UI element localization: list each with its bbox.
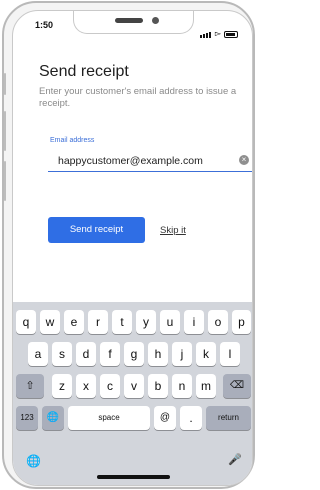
key-i[interactable]: i — [184, 310, 204, 334]
speaker — [115, 18, 143, 23]
key-m[interactable]: m — [196, 374, 216, 398]
skip-link[interactable]: Skip it — [160, 225, 186, 236]
page-subtitle: Enter your customer's email address to i… — [39, 86, 237, 109]
system-icons: ▻ — [199, 20, 238, 38]
globe-key-icon[interactable]: 🌐 — [42, 406, 64, 430]
email-label: Email address — [50, 137, 95, 144]
at-key[interactable]: @ — [154, 406, 176, 430]
key-d[interactable]: d — [76, 342, 96, 366]
camera — [152, 17, 159, 24]
key-h[interactable]: h — [148, 342, 168, 366]
wifi-icon: ▻ — [214, 29, 221, 38]
key-q[interactable]: q — [16, 310, 36, 334]
key-r[interactable]: r — [88, 310, 108, 334]
status-bar: 1:50 ▻ — [13, 11, 252, 38]
key-e[interactable]: e — [64, 310, 84, 334]
key-l[interactable]: l — [220, 342, 240, 366]
key-u[interactable]: u — [160, 310, 180, 334]
key-v[interactable]: v — [124, 374, 144, 398]
key-w[interactable]: w — [40, 310, 60, 334]
key-o[interactable]: o — [208, 310, 228, 334]
battery-icon — [224, 31, 238, 38]
dot-key[interactable]: . — [180, 406, 202, 430]
space-key[interactable]: space — [68, 406, 150, 430]
key-s[interactable]: s — [52, 342, 72, 366]
microphone-icon[interactable]: 🎤 — [228, 453, 242, 466]
key-f[interactable]: f — [100, 342, 120, 366]
backspace-key[interactable]: ⌫ — [223, 374, 251, 398]
key-n[interactable]: n — [172, 374, 192, 398]
key-g[interactable]: g — [124, 342, 144, 366]
numbers-key[interactable]: 123 — [16, 406, 38, 430]
key-p[interactable]: p — [232, 310, 251, 334]
volume-down-button — [4, 161, 6, 201]
globe-icon[interactable]: 🌐 — [26, 454, 41, 468]
signal-icon — [199, 20, 212, 38]
volume-up-button — [4, 111, 6, 151]
email-value: happycustomer@example.com — [58, 155, 203, 167]
clear-icon[interactable]: × — [239, 155, 249, 165]
send-receipt-button[interactable]: Send receipt — [48, 217, 145, 243]
key-b[interactable]: b — [148, 374, 168, 398]
shift-key[interactable]: ⇧ — [16, 374, 44, 398]
status-time: 1:50 — [35, 20, 54, 30]
return-key[interactable]: return — [206, 406, 251, 430]
email-field[interactable]: happycustomer@example.com — [48, 148, 252, 172]
key-j[interactable]: j — [172, 342, 192, 366]
device-frame: 1:50 ▻ Send receipt Enter your customer'… — [2, 1, 255, 489]
key-y[interactable]: y — [136, 310, 156, 334]
key-a[interactable]: a — [28, 342, 48, 366]
home-indicator — [97, 475, 170, 479]
silent-switch — [4, 73, 6, 95]
screen: 1:50 ▻ Send receipt Enter your customer'… — [12, 10, 253, 486]
notch — [73, 11, 194, 34]
keyboard: q w e r t y u i o p a s d f g h j k l ⇧ … — [13, 302, 252, 485]
key-c[interactable]: c — [100, 374, 120, 398]
key-x[interactable]: x — [76, 374, 96, 398]
page-title: Send receipt — [39, 63, 129, 80]
key-k[interactable]: k — [196, 342, 216, 366]
key-z[interactable]: z — [52, 374, 72, 398]
key-t[interactable]: t — [112, 310, 132, 334]
